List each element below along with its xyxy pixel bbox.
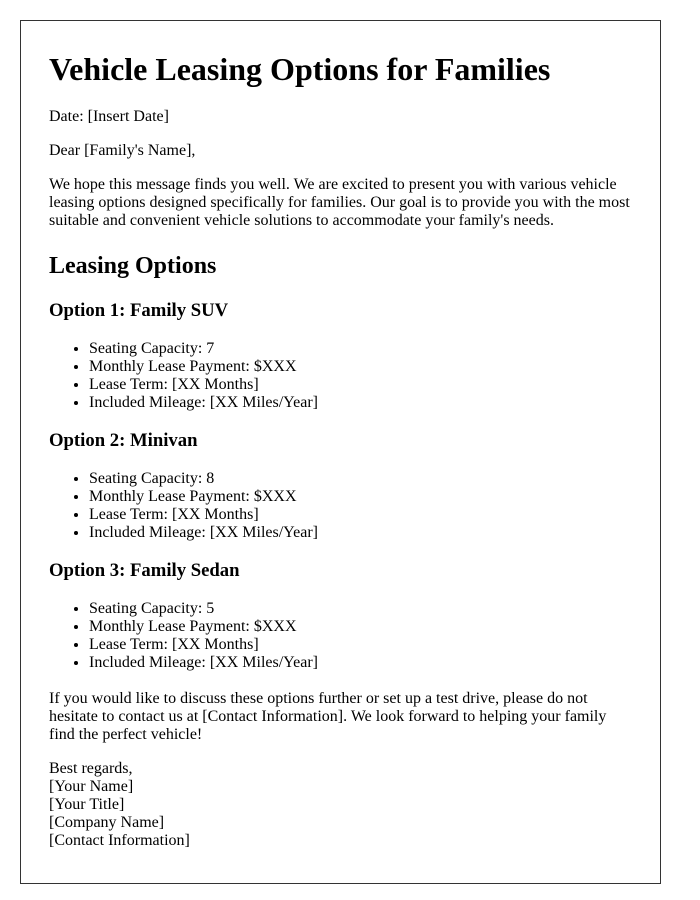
contact-information: [Contact Information] — [49, 832, 190, 849]
option-1: Option 1: Family SUV Seating Capacity: 7… — [49, 300, 632, 412]
option-heading: Option 2: Minivan — [49, 430, 198, 451]
regards-line: Best regards, — [49, 760, 133, 777]
list-item: Monthly Lease Payment: $XXX — [89, 618, 632, 636]
option-heading: Option 3: Family Sedan — [49, 560, 240, 581]
list-item: Monthly Lease Payment: $XXX — [89, 358, 632, 376]
option-details-list: Seating Capacity: 5 Monthly Lease Paymen… — [49, 600, 632, 672]
list-item: Included Mileage: [XX Miles/Year] — [89, 654, 632, 672]
date-line: Date: [Insert Date] — [49, 108, 169, 125]
signature-block: Best regards, [Your Name] [Your Title] [… — [49, 760, 632, 850]
option-3: Option 3: Family Sedan Seating Capacity:… — [49, 560, 632, 672]
sender-title: [Your Title] — [49, 796, 125, 813]
list-item: Included Mileage: [XX Miles/Year] — [89, 524, 632, 542]
sender-name: [Your Name] — [49, 778, 134, 795]
list-item: Included Mileage: [XX Miles/Year] — [89, 394, 632, 412]
list-item: Seating Capacity: 7 — [89, 340, 632, 358]
list-item: Seating Capacity: 8 — [89, 470, 632, 488]
option-2: Option 2: Minivan Seating Capacity: 8 Mo… — [49, 430, 632, 542]
list-item: Lease Term: [XX Months] — [89, 376, 632, 394]
letter-container: Vehicle Leasing Options for Families Dat… — [20, 20, 661, 884]
list-item: Lease Term: [XX Months] — [89, 636, 632, 654]
list-item: Monthly Lease Payment: $XXX — [89, 488, 632, 506]
letter-title: Vehicle Leasing Options for Families — [49, 51, 551, 87]
intro-paragraph: We hope this message finds you well. We … — [49, 176, 630, 229]
closing-paragraph: If you would like to discuss these optio… — [49, 690, 607, 743]
section-heading: Leasing Options — [49, 253, 217, 279]
option-heading: Option 1: Family SUV — [49, 300, 229, 321]
option-details-list: Seating Capacity: 7 Monthly Lease Paymen… — [49, 340, 632, 412]
salutation: Dear [Family's Name], — [49, 142, 196, 159]
company-name: [Company Name] — [49, 814, 165, 831]
list-item: Lease Term: [XX Months] — [89, 506, 632, 524]
option-details-list: Seating Capacity: 8 Monthly Lease Paymen… — [49, 470, 632, 542]
list-item: Seating Capacity: 5 — [89, 600, 632, 618]
